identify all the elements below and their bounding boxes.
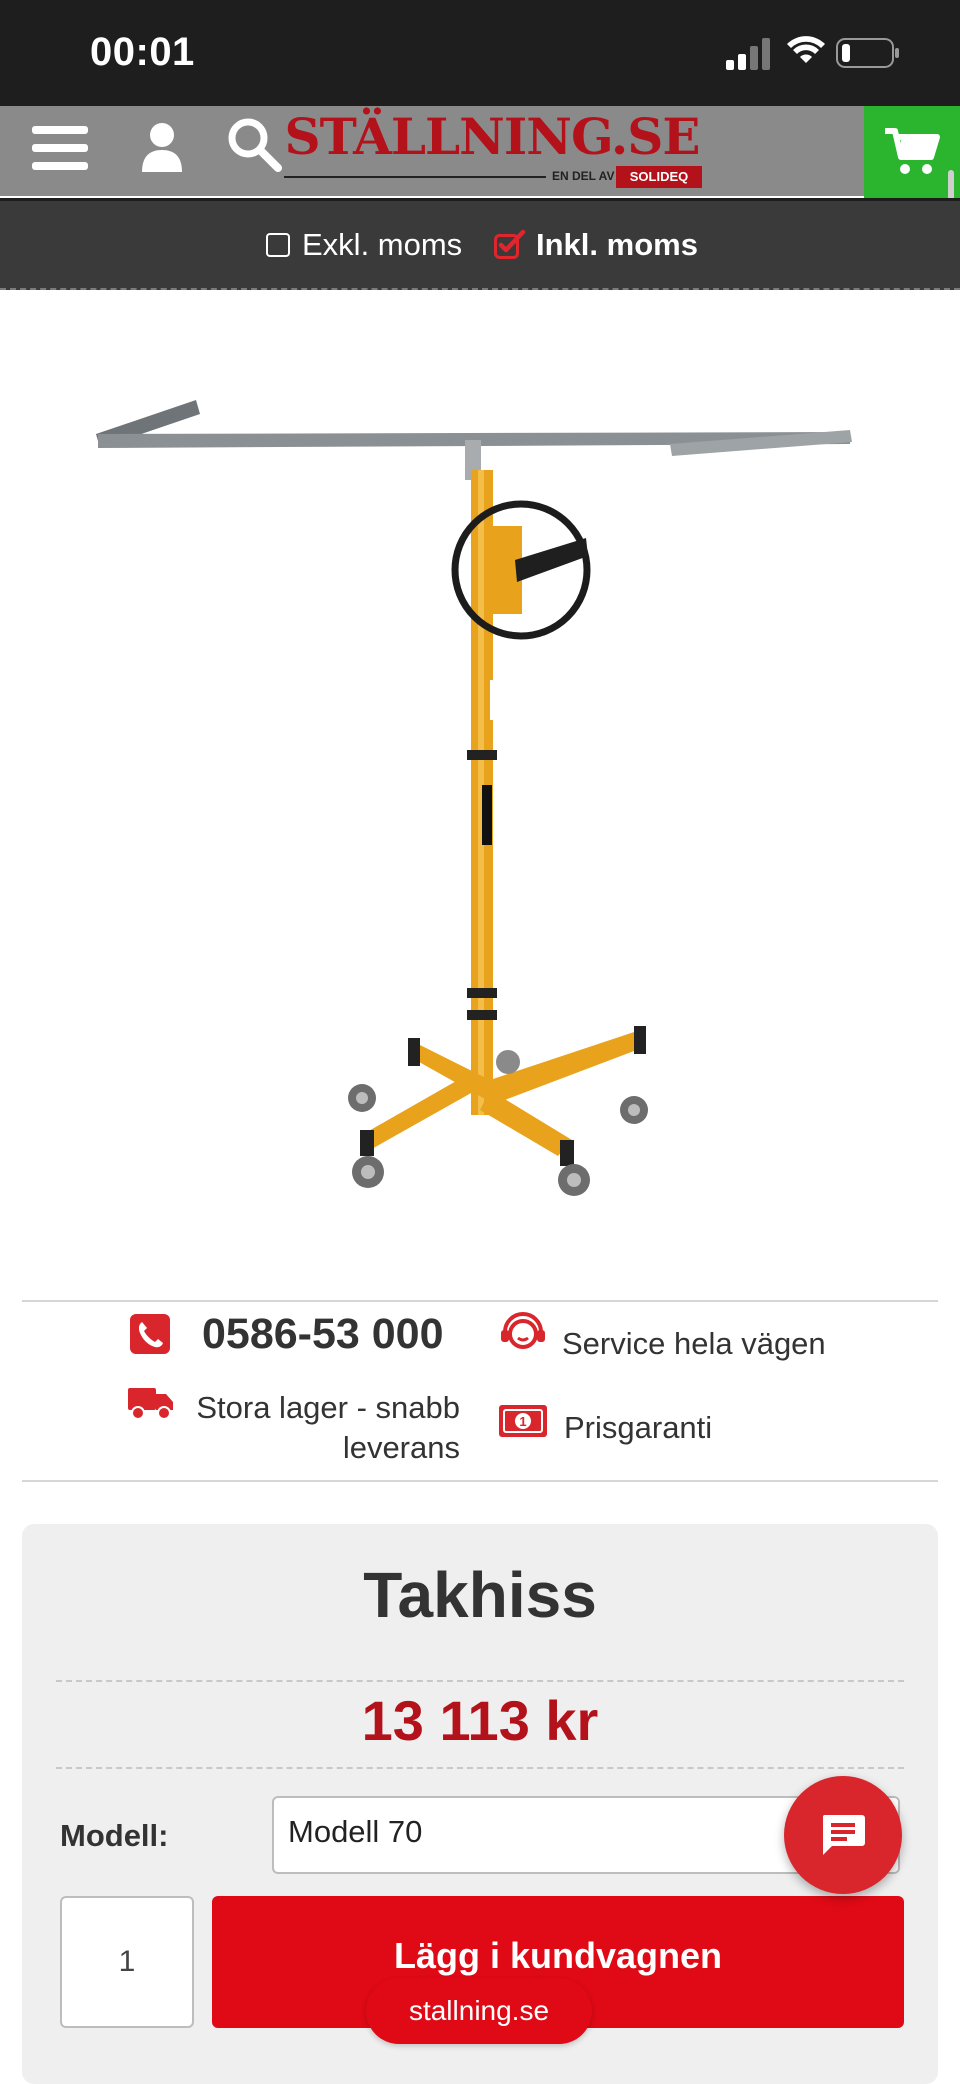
cellular-signal-icon <box>726 38 770 70</box>
product-price: 13 113 kr <box>361 1689 599 1752</box>
divider <box>56 1767 904 1769</box>
battery-icon <box>836 38 899 68</box>
money-icon: 1 <box>499 1405 547 1437</box>
divider <box>0 288 960 290</box>
logo-subtitle: EN DEL AV <box>552 169 615 183</box>
product-image[interactable] <box>60 320 880 1220</box>
customer-service-icon <box>501 1312 545 1349</box>
browser-url-pill[interactable]: stallning.se <box>366 1978 592 2044</box>
vat-incl-label: Inkl. moms <box>536 227 698 262</box>
phone-icon <box>130 1314 170 1354</box>
user-icon[interactable] <box>140 122 184 172</box>
checkbox-checked-icon <box>494 230 526 259</box>
search-icon[interactable] <box>226 116 282 172</box>
model-label: Modell: <box>60 1818 169 1853</box>
vat-incl-option[interactable]: Inkl. moms <box>494 223 698 267</box>
service-text: Service hela vägen <box>562 1326 826 1361</box>
site-logo[interactable]: STÄLLNING.SE EN DEL AV SOLIDEQ <box>276 108 708 192</box>
logo-text: STÄLLNING.SE <box>284 107 700 166</box>
svg-text:1: 1 <box>519 1414 526 1429</box>
wifi-icon <box>787 36 825 63</box>
logo-divider <box>284 176 546 178</box>
checkbox-empty-icon <box>266 233 290 257</box>
chat-icon <box>822 1815 865 1855</box>
vat-excl-option[interactable]: Exkl. moms <box>266 223 462 267</box>
product-title: Takhiss <box>363 1559 597 1631</box>
status-time: 00:01 <box>90 30 195 74</box>
cart-button[interactable] <box>864 106 960 198</box>
quantity-input[interactable]: 1 <box>60 1896 194 2028</box>
vat-excl-label: Exkl. moms <box>302 227 463 262</box>
chat-button[interactable] <box>784 1776 902 1894</box>
logo-badge: SOLIDEQ <box>616 166 702 188</box>
price-guarantee-text: Prisgaranti <box>564 1410 713 1445</box>
stock-text: Stora lager - snabb leverans <box>196 1390 460 1465</box>
menu-icon[interactable] <box>32 124 88 172</box>
status-bar: 00:01 <box>0 0 960 106</box>
phone-number[interactable]: 0586-53 000 <box>202 1310 444 1359</box>
cart-icon <box>885 128 940 174</box>
divider <box>56 1680 904 1682</box>
vat-toggle-bar: Exkl. moms Inkl. moms <box>0 198 960 290</box>
